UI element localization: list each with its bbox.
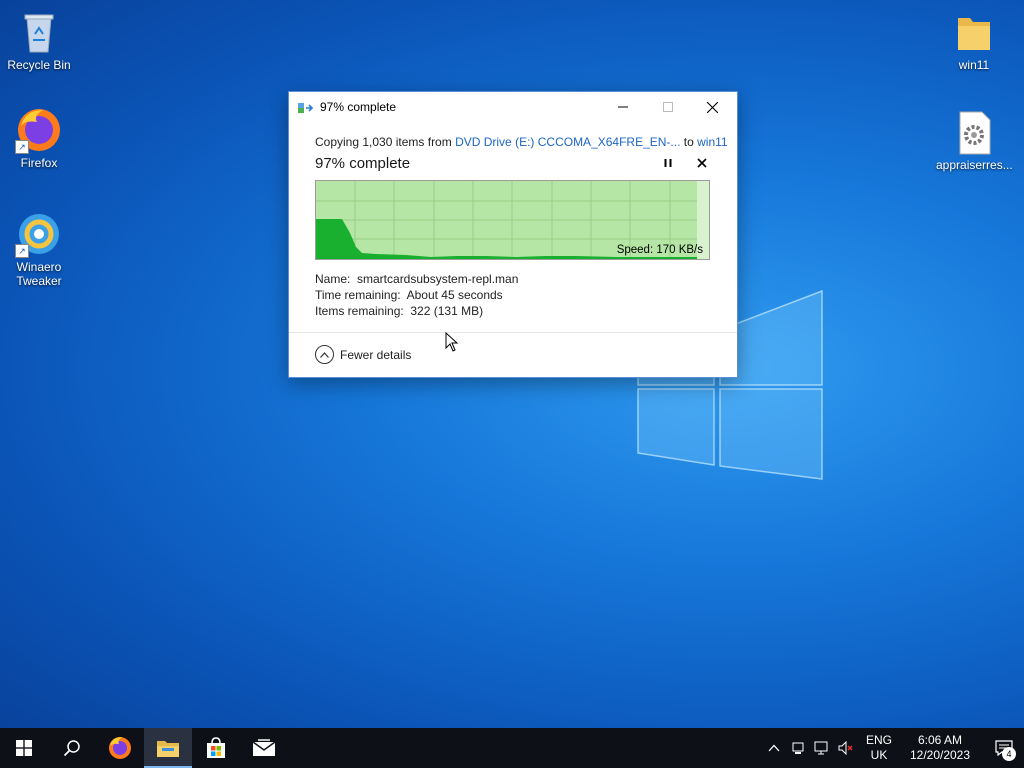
name-value: smartcardsubsystem-repl.man xyxy=(357,272,519,286)
transfer-speed-graph: Speed: 170 KB/s xyxy=(315,180,710,260)
firefox-icon: ↗ xyxy=(15,106,63,154)
detail-items-row: Items remaining: 322 (131 MB) xyxy=(315,303,711,319)
progress-title: 97% complete xyxy=(315,155,411,172)
dialog-footer: Fewer details xyxy=(289,332,737,377)
minimize-button[interactable] xyxy=(600,92,645,122)
desktop-icon-label: appraiserres... xyxy=(936,158,1013,172)
chevron-up-icon xyxy=(768,744,780,752)
system-tray: ENG UK 6:06 AM 12/20/2023 4 xyxy=(762,728,1024,768)
time-value: About 45 seconds xyxy=(406,288,503,302)
notification-count-badge: 4 xyxy=(1002,747,1016,761)
language-region: UK xyxy=(870,748,888,762)
copy-operation-icon xyxy=(298,101,314,113)
minimize-icon xyxy=(617,106,628,108)
detail-time-row: Time remaining: About 45 seconds xyxy=(315,287,711,303)
copy-details: Name: smartcardsubsystem-repl.man Time r… xyxy=(315,271,711,319)
items-value: 322 (131 MB) xyxy=(410,304,484,318)
desktop-icon-recycle-bin[interactable]: Recycle Bin xyxy=(1,8,77,72)
shortcut-arrow-icon: ↗ xyxy=(15,244,29,258)
volume-muted-icon xyxy=(838,741,853,755)
maximize-button xyxy=(645,92,690,122)
desktop-icon-appraiserres[interactable]: appraiserres... xyxy=(936,108,1013,172)
pause-button[interactable] xyxy=(663,157,673,171)
store-bag-icon xyxy=(207,737,225,758)
network-button[interactable] xyxy=(810,728,834,768)
mouse-cursor-icon xyxy=(445,332,459,352)
taskbar-file-explorer[interactable] xyxy=(144,728,192,768)
items-label: Items remaining: xyxy=(315,304,404,318)
clock-time: 6:06 AM xyxy=(917,733,963,747)
clock-date: 12/20/2023 xyxy=(909,748,971,762)
desktop-icon-firefox[interactable]: ↗ Firefox xyxy=(1,106,77,170)
dialog-title: 97% complete xyxy=(320,100,397,114)
fewer-details-button[interactable]: Fewer details xyxy=(315,345,411,364)
maximize-icon xyxy=(662,102,673,112)
desktop-icon-label: Firefox xyxy=(20,156,58,170)
input-language-button[interactable]: ENG UK xyxy=(862,733,896,763)
to-text: to xyxy=(680,135,698,149)
cancel-copy-button[interactable] xyxy=(697,157,707,171)
shortcut-arrow-icon: ↗ xyxy=(15,140,29,154)
cancel-icon xyxy=(697,157,707,168)
winaero-tweaker-icon: ↗ xyxy=(15,210,63,258)
pause-icon xyxy=(664,158,672,167)
search-button[interactable] xyxy=(48,728,96,768)
detail-name-row: Name: smartcardsubsystem-repl.man xyxy=(315,271,711,287)
tray-device-icon-button[interactable] xyxy=(786,728,810,768)
folder-icon xyxy=(950,8,998,56)
taskbar-mail[interactable] xyxy=(240,728,288,768)
action-center-button[interactable]: 4 xyxy=(984,728,1024,768)
desktop-icon-label: Winaero Tweaker xyxy=(16,260,62,288)
dialog-titlebar[interactable]: 97% complete xyxy=(289,92,737,122)
clock-button[interactable]: 6:06 AM 12/20/2023 xyxy=(902,733,978,763)
chevron-up-icon xyxy=(315,345,334,364)
recycle-bin-icon xyxy=(15,8,63,56)
close-icon xyxy=(707,101,718,113)
taskbar-firefox[interactable] xyxy=(96,728,144,768)
start-button[interactable] xyxy=(0,728,48,768)
name-label: Name: xyxy=(315,272,351,286)
speed-label: Speed: 170 KB/s xyxy=(616,244,703,256)
copy-description: Copying 1,030 items from DVD Drive (E:) … xyxy=(315,135,728,149)
firefox-icon xyxy=(109,737,131,759)
desktop-icon-winaero-tweaker[interactable]: ↗ Winaero Tweaker xyxy=(1,210,77,288)
windows-logo-icon xyxy=(16,740,32,756)
taskbar-microsoft-store[interactable] xyxy=(192,728,240,768)
source-link[interactable]: DVD Drive (E:) CCCOMA_X64FRE_EN-... xyxy=(455,135,680,149)
fewer-details-label: Fewer details xyxy=(340,347,412,362)
show-hidden-icons-button[interactable] xyxy=(762,728,786,768)
mail-icon xyxy=(252,739,276,756)
search-icon xyxy=(63,740,80,757)
devices-icon xyxy=(792,742,804,754)
volume-button[interactable] xyxy=(834,728,858,768)
taskbar: ENG UK 6:06 AM 12/20/2023 4 xyxy=(0,728,1024,768)
settings-file-icon xyxy=(950,108,998,156)
copy-prefix-text: Copying 1,030 items from xyxy=(315,135,456,149)
destination-link[interactable]: win11 xyxy=(697,135,727,149)
time-label: Time remaining: xyxy=(315,288,401,302)
desktop-icon-label: win11 xyxy=(958,58,990,72)
language-code: ENG xyxy=(865,733,892,747)
network-icon xyxy=(814,741,828,755)
desktop-icon-win11-folder[interactable]: win11 xyxy=(936,8,1012,72)
file-explorer-icon xyxy=(157,741,179,757)
close-button[interactable] xyxy=(690,92,735,122)
copy-progress-dialog: 97% complete Copying 1,030 items from DV… xyxy=(288,91,738,378)
desktop-icon-label: Recycle Bin xyxy=(7,58,71,72)
